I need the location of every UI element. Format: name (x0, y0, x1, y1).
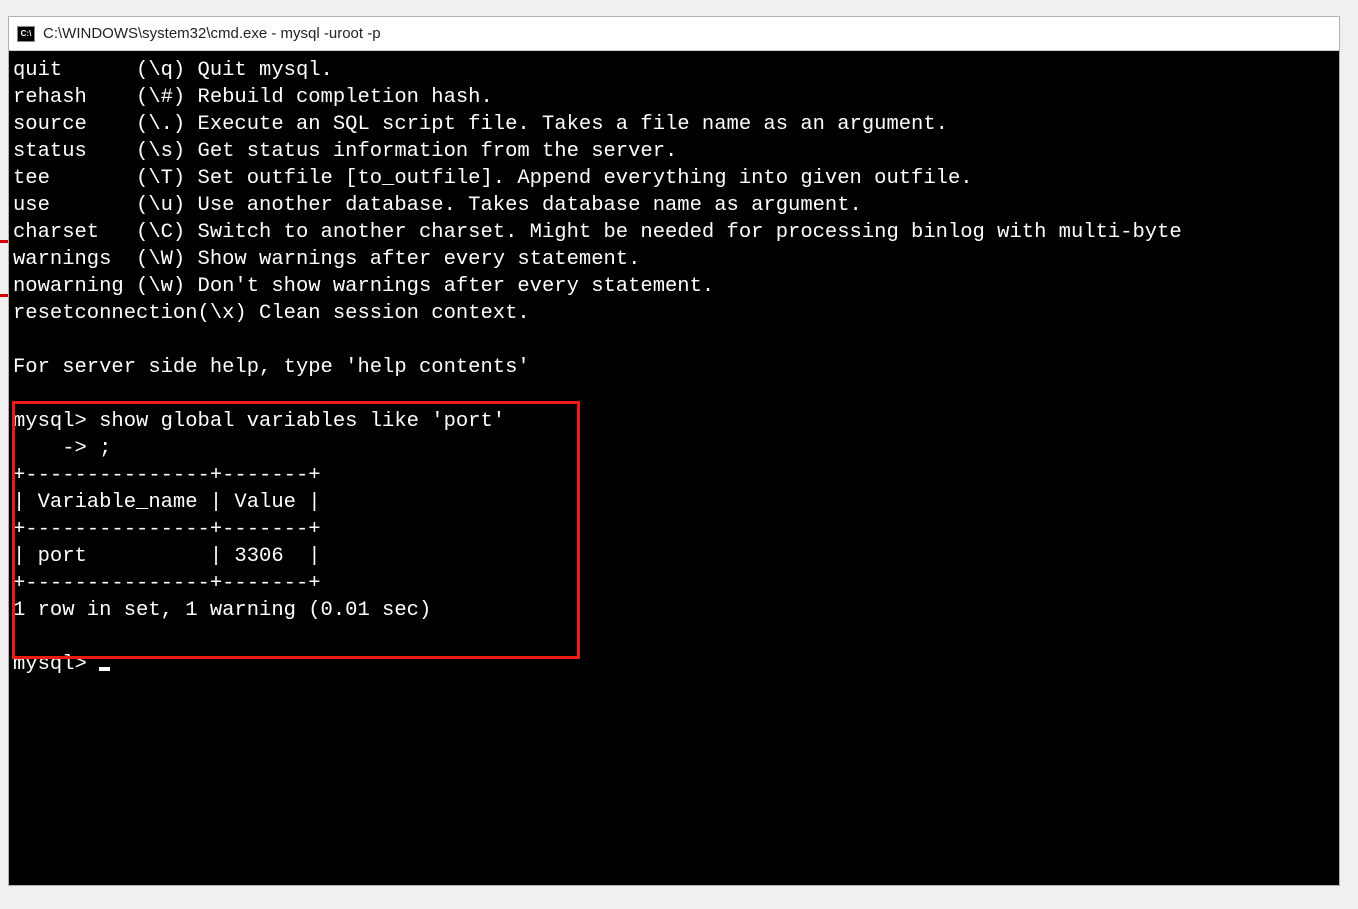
left-stub-decor-1 (0, 240, 8, 243)
mysql-prompt-line: mysql> show global variables like 'port' (13, 410, 505, 433)
titlebar[interactable]: C:\ C:\WINDOWS\system32\cmd.exe - mysql … (9, 17, 1339, 51)
help-line: use (\u) Use another database. Takes dat… (13, 194, 862, 217)
help-line: nowarning (\w) Don't show warnings after… (13, 275, 714, 298)
table-border: +---------------+-------+ (13, 572, 321, 595)
help-line: rehash (\#) Rebuild completion hash. (13, 86, 493, 109)
result-footer: 1 row in set, 1 warning (0.01 sec) (13, 599, 431, 622)
left-stub-decor-2 (0, 294, 8, 297)
table-header-row: | Variable_name | Value | (13, 491, 321, 514)
table-border: +---------------+-------+ (13, 464, 321, 487)
table-row: | port | 3306 | (13, 545, 321, 568)
terminal-output[interactable]: quit (\q) Quit mysql. rehash (\#) Rebuil… (9, 51, 1339, 885)
cmd-app-icon: C:\ (17, 26, 35, 42)
table-border: +---------------+-------+ (13, 518, 321, 541)
help-line: resetconnection(\x) Clean session contex… (13, 302, 530, 325)
help-line: charset (\C) Switch to another charset. … (13, 221, 1182, 244)
mysql-prompt: mysql> (13, 653, 99, 676)
window-title: C:\WINDOWS\system32\cmd.exe - mysql -uro… (43, 25, 381, 42)
text-cursor (99, 667, 110, 671)
help-line: quit (\q) Quit mysql. (13, 59, 333, 82)
cmd-window: C:\ C:\WINDOWS\system32\cmd.exe - mysql … (8, 16, 1340, 886)
help-line: tee (\T) Set outfile [to_outfile]. Appen… (13, 167, 973, 190)
help-line: source (\.) Execute an SQL script file. … (13, 113, 948, 136)
server-help-hint: For server side help, type 'help content… (13, 356, 530, 379)
help-line: warnings (\W) Show warnings after every … (13, 248, 640, 271)
mysql-continuation-line: -> ; (13, 437, 111, 460)
help-line: status (\s) Get status information from … (13, 140, 677, 163)
